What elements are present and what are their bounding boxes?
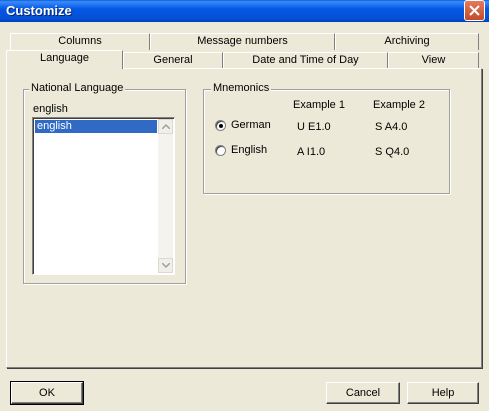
ok-button[interactable]: OK <box>10 381 84 405</box>
tab-label: Archiving <box>384 35 430 47</box>
example-2-header: Example 2 <box>373 99 425 111</box>
tab-label: General <box>153 54 193 66</box>
radio-selected-dot <box>219 124 223 128</box>
german-example-2: S A4.0 <box>375 121 408 133</box>
tab-label: View <box>421 54 446 66</box>
tab-message-numbers[interactable]: Message numbers <box>150 33 335 50</box>
help-button[interactable]: Help <box>407 382 479 404</box>
national-language-listbox[interactable]: english <box>32 117 175 275</box>
national-language-current-value: english <box>32 102 176 117</box>
german-example-1: U E1.0 <box>297 121 331 133</box>
tab-archiving[interactable]: Archiving <box>335 33 479 50</box>
english-example-1: A I1.0 <box>297 146 326 158</box>
scroll-up-arrow-icon <box>162 124 170 129</box>
tab-view[interactable]: View <box>388 52 479 69</box>
listbox-scrollbar[interactable] <box>158 119 173 273</box>
english-example-2: S Q4.0 <box>375 146 410 158</box>
close-button[interactable] <box>464 0 485 21</box>
radio-german-label[interactable]: German <box>231 119 271 131</box>
radio-english-label[interactable]: English <box>231 144 267 156</box>
tab-date-and-time-of-day[interactable]: Date and Time of Day <box>223 52 388 69</box>
tab-columns[interactable]: Columns <box>10 33 150 50</box>
radio-german[interactable] <box>215 120 226 131</box>
scroll-up-button[interactable] <box>158 119 173 134</box>
tab-label: Message numbers <box>197 35 288 47</box>
national-language-legend: National Language <box>29 82 126 94</box>
cancel-button[interactable]: Cancel <box>326 382 400 404</box>
tab-label: Language <box>40 52 89 64</box>
title-bar[interactable]: Customize <box>0 0 489 22</box>
tab-language[interactable]: Language <box>6 50 123 69</box>
list-item-english[interactable]: english <box>35 120 157 133</box>
tab-label: Columns <box>58 35 102 47</box>
mnemonics-legend: Mnemonics <box>211 82 272 94</box>
window-title: Customize <box>6 3 72 18</box>
close-icon <box>469 5 480 16</box>
scroll-down-button[interactable] <box>158 258 173 273</box>
example-1-header: Example 1 <box>293 99 345 111</box>
radio-english[interactable] <box>215 145 226 156</box>
tab-general[interactable]: General <box>123 52 223 69</box>
scroll-down-arrow-icon <box>162 263 170 268</box>
tab-label: Date and Time of Day <box>252 54 359 66</box>
